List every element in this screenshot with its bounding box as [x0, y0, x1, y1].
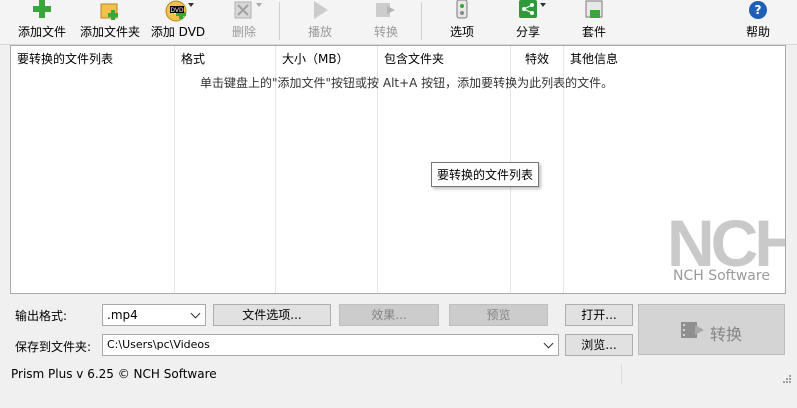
toolbar-separator: [279, 2, 280, 40]
toolbar: 添加文件 添加文件夹 DVD 添加 DVD 删除 播放 转换 选项 分享 套件 …: [0, 0, 797, 45]
convert-button-label: 转换: [710, 325, 743, 344]
save-folder-label: 保存到文件夹:: [15, 340, 92, 354]
nch-software-label: NCH Software: [673, 268, 770, 284]
status-separator: [621, 364, 622, 384]
column-file-list[interactable]: 要转换的文件列表: [17, 50, 113, 67]
open-button[interactable]: 打开...: [565, 304, 633, 326]
convert-icon: [681, 322, 704, 338]
add-folder-icon: [100, 3, 118, 20]
delete-icon: [234, 1, 252, 19]
options-button[interactable]: 选项: [440, 0, 484, 44]
dvd-badge: DVD: [170, 7, 184, 14]
convert-toolbar-label: 转换: [373, 25, 398, 39]
add-folder-button[interactable]: 添加文件夹: [76, 0, 144, 44]
empty-list-hint: 单击键盘上的"添加文件"按钮或按 Alt+A 按钮，添加要转换为此列表的文件。: [200, 76, 614, 90]
chevron-down-icon: [543, 338, 554, 349]
suite-label: 套件: [581, 25, 606, 39]
chevron-down-icon: [190, 308, 201, 319]
help-label: 帮助: [745, 25, 770, 39]
output-format-label: 输出格式:: [15, 309, 68, 323]
delete-label: 删除: [231, 25, 256, 39]
column-size[interactable]: 大小（MB）: [282, 50, 349, 67]
share-icon: [519, 0, 537, 18]
column-divider: [174, 46, 175, 293]
help-button[interactable]: ? 帮助: [736, 0, 780, 44]
add-file-label: 添加文件: [17, 25, 66, 39]
play-icon: [314, 1, 328, 19]
share-label: 分享: [515, 25, 540, 39]
status-text: Prism Plus v 6.25 © NCH Software: [11, 367, 217, 381]
options-icon: [456, 0, 468, 19]
toolbar-separator: [421, 2, 422, 40]
add-dvd-label: 添加 DVD: [150, 25, 206, 39]
add-dvd-dropdown-icon[interactable]: [188, 3, 194, 7]
resize-grip-icon[interactable]: [783, 375, 791, 383]
add-file-button[interactable]: 添加文件: [14, 0, 70, 44]
save-folder-path: C:\Users\pc\Videos: [107, 338, 210, 351]
column-folder[interactable]: 包含文件夹: [384, 50, 444, 67]
tooltip: 要转换的文件列表: [431, 162, 540, 187]
convert-button[interactable]: 转换: [638, 304, 785, 355]
file-list[interactable]: 要转换的文件列表 格式 大小（MB） 包含文件夹 特效 其他信息 单击键盘上的"…: [10, 45, 786, 294]
play-label: 播放: [307, 25, 332, 39]
status-bar: Prism Plus v 6.25 © NCH Software: [0, 362, 797, 408]
suite-icon: [585, 0, 603, 18]
column-format[interactable]: 格式: [181, 50, 205, 67]
help-icon: ?: [749, 1, 767, 19]
convert-icon: [376, 3, 395, 17]
browse-button[interactable]: 浏览...: [565, 334, 633, 356]
suite-button[interactable]: 套件: [572, 0, 616, 44]
output-format-select[interactable]: .mp4: [102, 304, 206, 326]
delete-dropdown-icon[interactable]: [256, 3, 262, 7]
share-dropdown-icon[interactable]: [540, 3, 546, 7]
add-folder-label: 添加文件夹: [79, 25, 140, 39]
options-label: 选项: [449, 25, 474, 39]
column-effects[interactable]: 特效: [525, 50, 549, 67]
play-button[interactable]: 播放: [298, 0, 342, 44]
preview-button[interactable]: 预览: [449, 304, 548, 326]
output-format-value: .mp4: [107, 308, 138, 322]
effects-button[interactable]: 效果...: [339, 304, 439, 326]
column-other-info[interactable]: 其他信息: [570, 50, 618, 67]
file-options-button[interactable]: 文件选项...: [213, 304, 331, 326]
save-folder-input[interactable]: C:\Users\pc\Videos: [102, 334, 559, 356]
convert-toolbar-button[interactable]: 转换: [364, 0, 408, 44]
svg-text:?: ?: [755, 3, 762, 17]
add-dvd-button[interactable]: DVD 添加 DVD: [148, 0, 208, 44]
add-file-icon: [33, 0, 51, 18]
